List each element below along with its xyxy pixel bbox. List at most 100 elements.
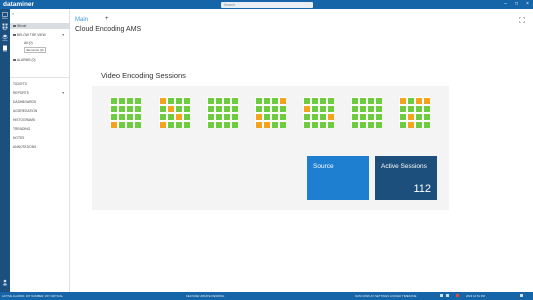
session-cell xyxy=(223,113,230,120)
chevron-down-icon[interactable]: ▾ xyxy=(62,90,64,96)
search-input[interactable]: Search xyxy=(221,1,313,8)
session-cell xyxy=(399,121,406,128)
session-cell xyxy=(175,121,182,128)
session-grid[interactable] xyxy=(351,97,382,128)
settings-icon[interactable] xyxy=(440,294,443,297)
session-cell xyxy=(351,105,358,112)
breadcrumb[interactable]: Main xyxy=(75,17,88,23)
session-cell xyxy=(223,121,230,128)
sidebar-item-whole[interactable]: Whole xyxy=(10,23,70,29)
session-cell xyxy=(215,97,222,104)
session-cell xyxy=(223,97,230,104)
sidebar-item-below-the-view[interactable]: BELOW THE VIEW ▾ xyxy=(10,32,70,38)
session-cell xyxy=(231,105,238,112)
session-grid[interactable] xyxy=(303,97,334,128)
active-sessions-tile[interactable]: Active Sessions 112 xyxy=(375,156,437,200)
rail-item-docs[interactable]: Docs xyxy=(1,45,9,53)
chat-icon[interactable] xyxy=(520,294,523,297)
session-cell xyxy=(311,113,318,120)
sidebar-item-aggregation[interactable]: AGGREGATION xyxy=(10,108,70,114)
sidebar-item-notes[interactable]: NOTES xyxy=(10,135,70,141)
sidebar-close-button[interactable]: × xyxy=(12,11,14,16)
clock: 2023 10:51 PM xyxy=(466,294,485,298)
sidebar-item-elements[interactable]: Elements (0) xyxy=(10,47,70,53)
session-cell xyxy=(159,113,166,120)
sidebar-item-all[interactable]: All (0) xyxy=(10,40,70,46)
sidebar-item-alarms[interactable]: ALARMS (0) xyxy=(10,57,70,63)
checkbox-icon[interactable] xyxy=(13,24,16,28)
session-cell xyxy=(167,105,174,112)
session-cell xyxy=(263,105,270,112)
chevron-down-icon[interactable]: ▾ xyxy=(62,32,64,38)
session-cell xyxy=(351,121,358,128)
sidebar-item-label: REPORTS xyxy=(13,91,29,95)
session-grid[interactable] xyxy=(255,97,286,128)
sidebar-item-label: ANNOTATIONS xyxy=(13,145,37,149)
session-cell xyxy=(207,97,214,104)
session-cell xyxy=(415,105,422,112)
session-cell xyxy=(407,105,414,112)
session-cell xyxy=(207,121,214,128)
session-cell xyxy=(118,113,125,120)
active-sessions-count: 112 xyxy=(413,183,431,195)
sidebar-item-tickets[interactable]: TICKETS xyxy=(10,81,70,87)
session-cell xyxy=(367,121,374,128)
rail-item-user[interactable]: User xyxy=(1,279,9,287)
session-cell xyxy=(423,121,430,128)
sidebar-item-reports[interactable]: REPORTS ▾ xyxy=(10,90,70,96)
session-cell xyxy=(231,97,238,104)
lock-icon[interactable] xyxy=(446,294,449,297)
sidebar-item-annotations[interactable]: ANNOTATIONS xyxy=(10,144,70,150)
session-grid[interactable] xyxy=(159,97,190,128)
session-grid[interactable] xyxy=(110,97,141,128)
session-cell xyxy=(423,113,430,120)
session-cell xyxy=(415,121,422,128)
rail-item-apps[interactable]: Apps xyxy=(1,23,9,31)
checkbox-icon[interactable] xyxy=(13,33,16,37)
session-cell xyxy=(303,113,310,120)
session-cell xyxy=(223,105,230,112)
sidebar-item-dashboards[interactable]: DASHBOARDS xyxy=(10,99,70,105)
checkbox-icon[interactable] xyxy=(13,58,16,62)
close-icon[interactable]: × xyxy=(525,1,530,7)
session-cell xyxy=(271,113,278,120)
session-cell xyxy=(375,105,382,112)
tile-label: Active Sessions xyxy=(381,163,427,170)
session-cell xyxy=(159,105,166,112)
add-tab-button[interactable]: + xyxy=(105,16,109,22)
session-cell xyxy=(311,97,318,104)
rail-item-monitor[interactable]: Monitor xyxy=(1,12,9,20)
sidebar-item-label: Whole xyxy=(17,24,27,28)
minimize-icon[interactable]: – xyxy=(503,1,508,7)
session-cell xyxy=(367,97,374,104)
sidebar-item-trending[interactable]: TRENDING xyxy=(10,126,70,132)
session-cell xyxy=(183,113,190,120)
session-cell xyxy=(303,97,310,104)
status-right: DATA DISPLAY SETTINGS LOCKED TIMEZONE xyxy=(355,294,417,298)
session-cell xyxy=(399,105,406,112)
sidebar-item-label: NOTES xyxy=(13,136,25,140)
session-cell xyxy=(327,121,334,128)
sidebar-item-label: All (0) xyxy=(24,41,33,45)
session-cell xyxy=(134,105,141,112)
session-cell xyxy=(279,97,286,104)
app-title: dataminer xyxy=(3,1,35,8)
session-cell xyxy=(407,97,414,104)
session-cell xyxy=(126,113,133,120)
divider xyxy=(10,77,70,78)
session-cell xyxy=(351,97,358,104)
session-cell xyxy=(134,113,141,120)
status-center: FEATURE UPDATE PENDING xyxy=(186,294,225,298)
source-tile[interactable]: Source xyxy=(307,156,369,200)
session-cell xyxy=(110,105,117,112)
rail-item-layers[interactable]: Layers xyxy=(1,34,9,42)
session-cell xyxy=(255,105,262,112)
session-grid[interactable] xyxy=(399,97,430,128)
session-grid[interactable] xyxy=(207,97,238,128)
session-cell xyxy=(415,113,422,120)
expand-icon[interactable] xyxy=(519,17,525,23)
alert-icon[interactable] xyxy=(456,294,459,297)
maximize-icon[interactable]: □ xyxy=(514,1,519,7)
session-cell xyxy=(359,113,366,120)
sidebar-item-histograms[interactable]: HISTOGRAMS xyxy=(10,117,70,123)
